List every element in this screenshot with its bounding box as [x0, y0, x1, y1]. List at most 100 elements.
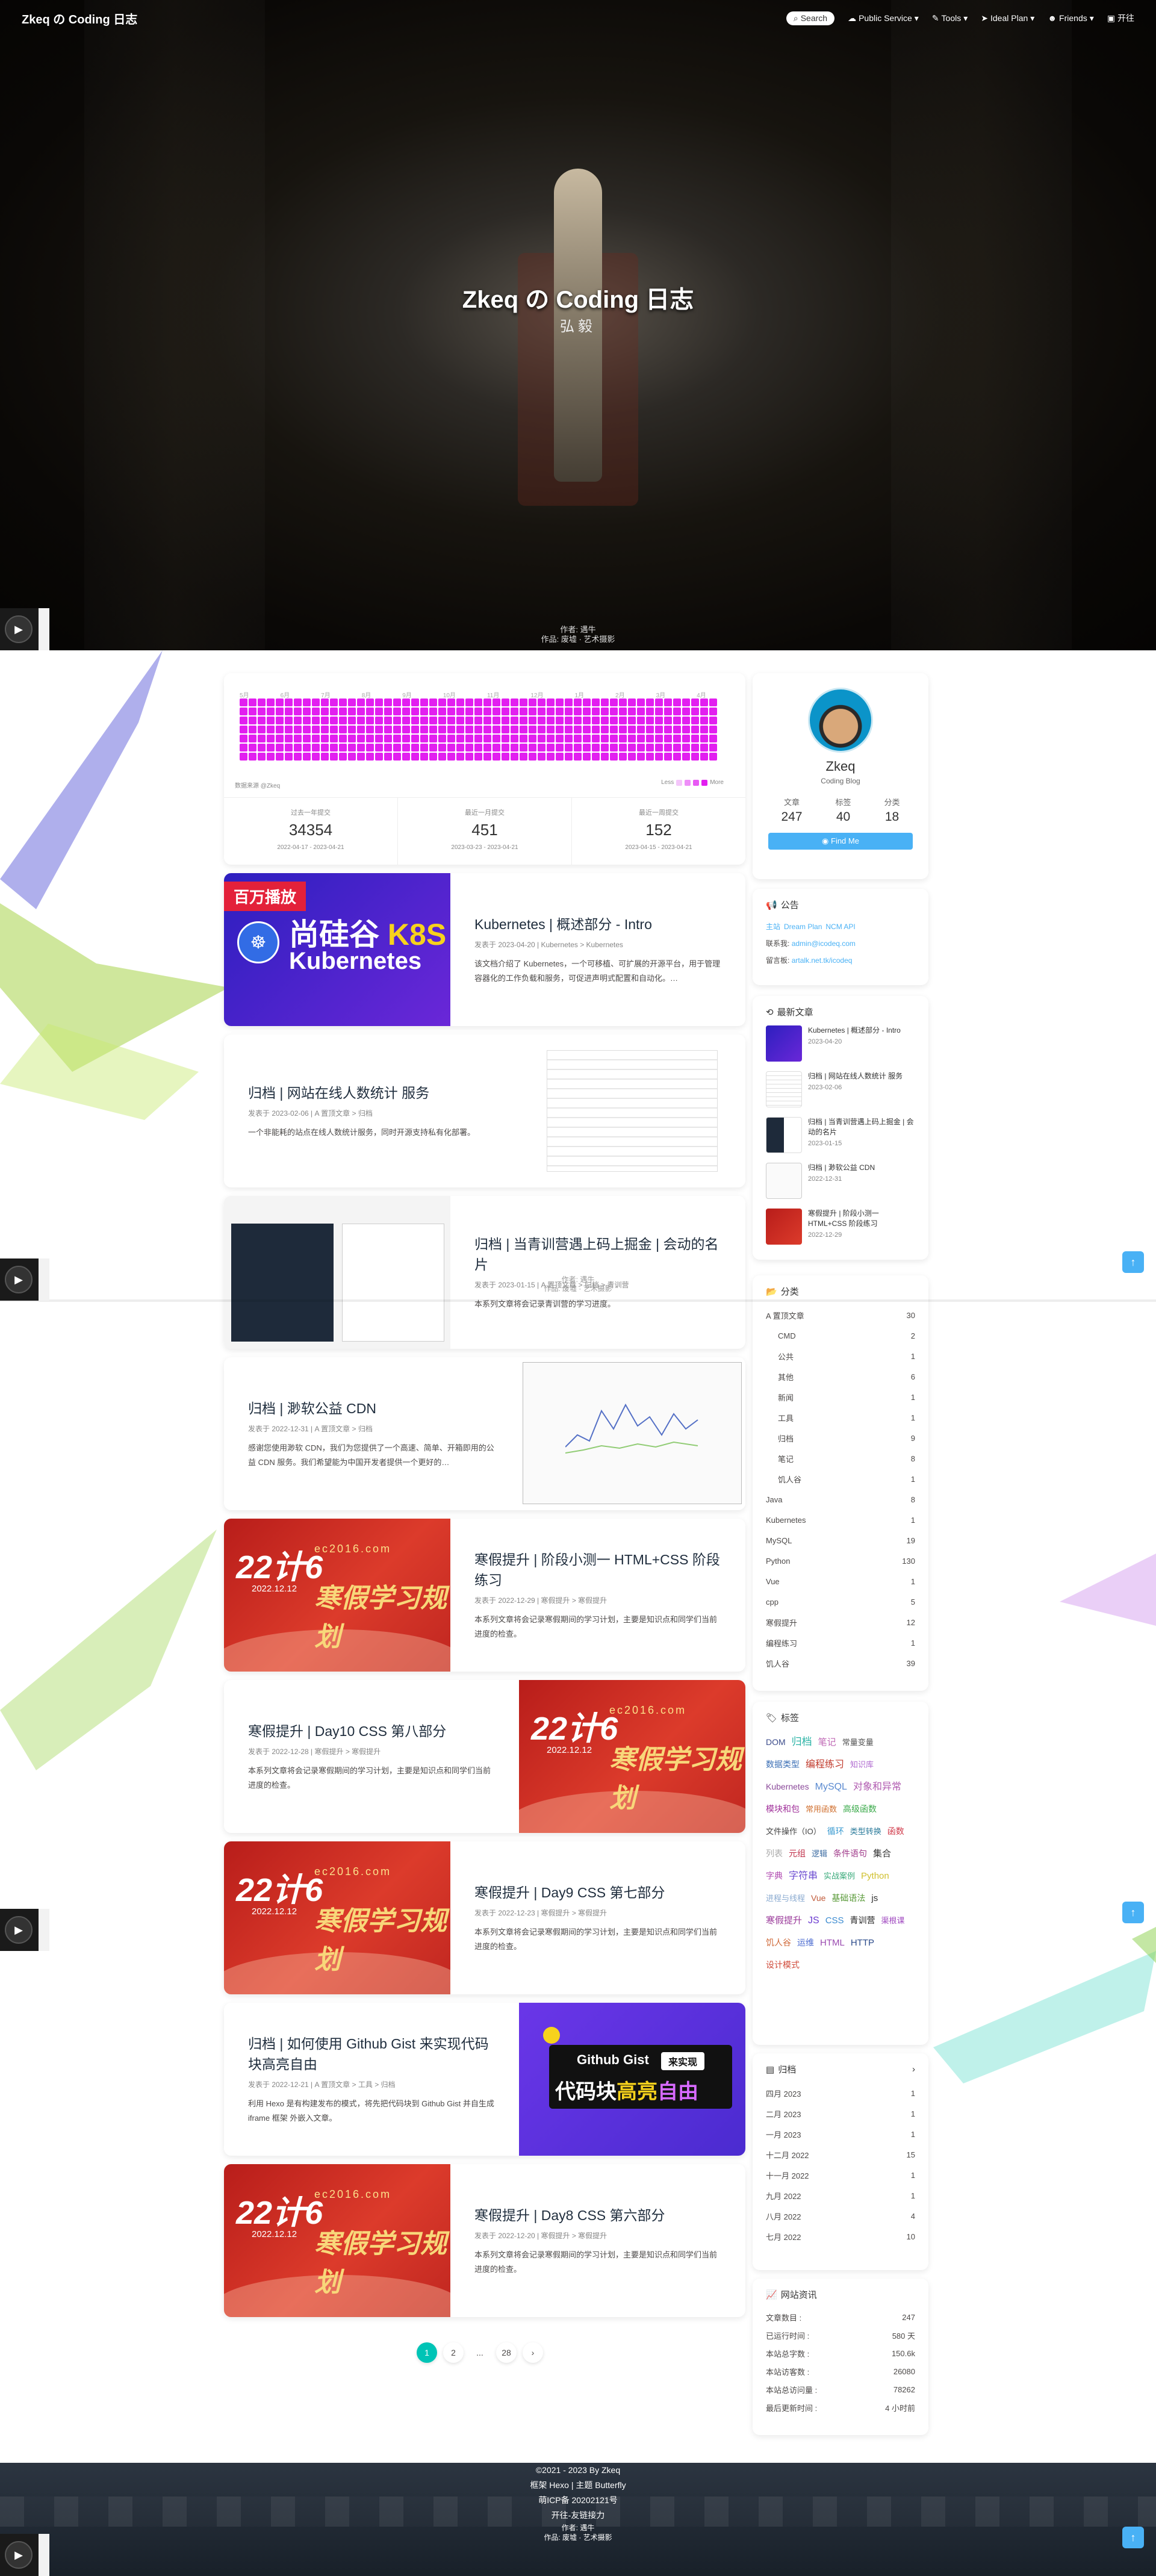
heatmap-cell[interactable] — [556, 735, 564, 742]
heatmap-cell[interactable] — [258, 717, 266, 724]
tag-link[interactable]: 逻辑 — [812, 1843, 827, 1865]
page-2-button[interactable]: 2 — [443, 2342, 464, 2363]
heatmap-cell[interactable] — [321, 744, 329, 751]
scroll-to-top-button[interactable]: ↑ — [1122, 1902, 1144, 1923]
heatmap-cell[interactable] — [583, 717, 591, 724]
heatmap-cell[interactable] — [700, 735, 708, 742]
heatmap-cell[interactable] — [691, 735, 699, 742]
heatmap-cell[interactable] — [646, 744, 654, 751]
recent-post-thumb[interactable] — [766, 1209, 802, 1245]
heatmap-cell[interactable] — [655, 726, 663, 733]
heatmap-cell[interactable] — [321, 717, 329, 724]
heatmap-cell[interactable] — [556, 726, 564, 733]
category-item[interactable]: 编程练习 1 — [766, 1632, 915, 1653]
heatmap-cell[interactable] — [511, 698, 518, 706]
heatmap-cell[interactable] — [429, 753, 437, 761]
heatmap-cell[interactable] — [574, 708, 582, 715]
music-player-tab[interactable] — [39, 1258, 49, 1301]
heatmap-cell[interactable] — [474, 744, 482, 751]
category-item[interactable]: 饥人谷 39 — [766, 1653, 915, 1673]
heatmap-cell[interactable] — [637, 744, 645, 751]
music-player-tab[interactable] — [39, 2534, 49, 2576]
heatmap-cell[interactable] — [583, 708, 591, 715]
heatmap-cell[interactable] — [375, 753, 383, 761]
heatmap-cell[interactable] — [465, 717, 473, 724]
heatmap-cell[interactable] — [483, 735, 491, 742]
heatmap-cell[interactable] — [447, 708, 455, 715]
heatmap-cell[interactable] — [628, 735, 636, 742]
heatmap-cell[interactable] — [628, 708, 636, 715]
heatmap-cell[interactable] — [628, 698, 636, 706]
heatmap-cell[interactable] — [303, 735, 311, 742]
heatmap-cell[interactable] — [276, 717, 284, 724]
tag-link[interactable]: HTTP — [851, 1932, 874, 1954]
heatmap-cell[interactable] — [592, 753, 600, 761]
post-cover[interactable] — [519, 1034, 745, 1187]
heatmap-cell[interactable] — [673, 744, 681, 751]
heatmap-cell[interactable] — [601, 753, 609, 761]
tag-link[interactable]: 进程与线程 — [766, 1888, 805, 1909]
heatmap-cell[interactable] — [330, 726, 338, 733]
heatmap-cell[interactable] — [285, 753, 293, 761]
heatmap-cell[interactable] — [465, 698, 473, 706]
heatmap-cell[interactable] — [312, 735, 320, 742]
post-title[interactable]: Kubernetes | 概述部分 - Intro — [474, 914, 721, 935]
recent-post-thumb[interactable] — [766, 1025, 802, 1062]
nav-public-service[interactable]: ☁ Public Service ▾ — [848, 13, 919, 23]
heatmap-cell[interactable] — [285, 708, 293, 715]
heatmap-cell[interactable] — [691, 744, 699, 751]
post-card[interactable]: 归档 | 如何使用 Github Gist 来实现代码块高亮自由 发表于 202… — [224, 2003, 745, 2156]
music-player-tab[interactable] — [39, 1909, 49, 1951]
category-item[interactable]: Python 130 — [766, 1551, 915, 1571]
archive-item[interactable]: 四月 2023 1 — [766, 2083, 915, 2103]
archive-item[interactable]: 十一月 2022 1 — [766, 2165, 915, 2185]
heatmap-cell[interactable] — [339, 717, 347, 724]
guestbook-link[interactable]: artalk.net.tk/icodeq — [792, 956, 853, 965]
heatmap-cell[interactable] — [493, 726, 500, 733]
post-card[interactable]: 百万播放 ☸ 尚硅谷 K8S Kubernetes Kubernetes | 概… — [224, 873, 745, 1026]
tag-link[interactable]: 文件操作（IO） — [766, 1821, 821, 1843]
nav-travelling[interactable]: ▣ 开往 — [1107, 12, 1134, 24]
heatmap-cell[interactable] — [429, 698, 437, 706]
heatmap-cell[interactable] — [655, 717, 663, 724]
category-item[interactable]: 工具 1 — [766, 1407, 915, 1428]
next-page-button[interactable]: › — [523, 2342, 543, 2363]
heatmap-cell[interactable] — [610, 717, 618, 724]
post-title[interactable]: 寒假提升 | 阶段小测一 HTML+CSS 阶段练习 — [474, 1549, 721, 1590]
heatmap-cell[interactable] — [583, 735, 591, 742]
heatmap-cell[interactable] — [312, 726, 320, 733]
heatmap-cell[interactable] — [276, 753, 284, 761]
heatmap-cell[interactable] — [429, 726, 437, 733]
heatmap-cell[interactable] — [646, 753, 654, 761]
tag-link[interactable]: MySQL — [815, 1776, 847, 1798]
heatmap-cell[interactable] — [357, 708, 365, 715]
heatmap-cell[interactable] — [402, 698, 410, 706]
heatmap-cell[interactable] — [420, 708, 428, 715]
heatmap-cell[interactable] — [619, 744, 627, 751]
heatmap-cell[interactable] — [447, 735, 455, 742]
heatmap-cell[interactable] — [655, 698, 663, 706]
heatmap-cell[interactable] — [682, 726, 690, 733]
heatmap-cell[interactable] — [610, 726, 618, 733]
heatmap-cell[interactable] — [420, 735, 428, 742]
heatmap-cell[interactable] — [709, 698, 717, 706]
heatmap-cell[interactable] — [646, 726, 654, 733]
heatmap-cell[interactable] — [258, 726, 266, 733]
heatmap-cell[interactable] — [619, 753, 627, 761]
heatmap-cell[interactable] — [538, 744, 545, 751]
stat-tags[interactable]: 标签 40 — [836, 796, 851, 824]
tag-link[interactable]: Python — [861, 1865, 889, 1887]
tag-link[interactable]: Vue — [811, 1887, 825, 1909]
heatmap-cell[interactable] — [258, 744, 266, 751]
post-title[interactable]: 归档 | 网站在线人数统计 服务 — [248, 1083, 495, 1103]
heatmap-cell[interactable] — [285, 717, 293, 724]
heatmap-cell[interactable] — [294, 744, 302, 751]
heatmap-cell[interactable] — [348, 717, 356, 724]
heatmap-cell[interactable] — [375, 726, 383, 733]
tag-link[interactable]: 笔记 — [818, 1732, 836, 1753]
heatmap-cell[interactable] — [330, 744, 338, 751]
recent-post-title[interactable]: 归档 | 渺软公益 CDN — [808, 1163, 875, 1173]
tag-link[interactable]: 常用函数 — [806, 1799, 837, 1820]
heatmap-cell[interactable] — [375, 717, 383, 724]
heatmap-cell[interactable] — [565, 698, 573, 706]
